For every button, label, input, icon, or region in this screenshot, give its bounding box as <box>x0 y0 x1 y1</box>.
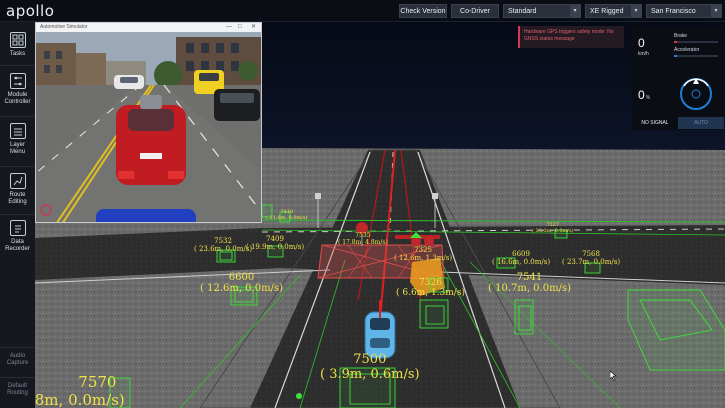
obstacle-id: 7326 <box>419 278 442 288</box>
sidebar-item-label: Data Recorder <box>5 239 30 252</box>
vehicle-select-value: XE Rigged <box>590 8 624 15</box>
sidebar-item-route-editing[interactable]: Route Editing <box>0 173 35 206</box>
obstacle-label: 7541 ( 10.7m, 0.0m/s) <box>488 272 571 294</box>
layers-icon <box>9 123 26 139</box>
obstacle-id: 6600 <box>228 272 255 283</box>
obstacle-distance: ( 21.8m, 0.0m/s) <box>266 215 308 221</box>
accelerator-label: Accelerator <box>674 47 700 53</box>
mode-select-value: Standard <box>508 8 537 15</box>
obstacle-distance: ( 23.7m, 0.0m/s) <box>562 258 621 266</box>
obstacle-id: 7570 <box>78 373 117 391</box>
vehicle-select[interactable]: XE Rigged ▾ <box>585 4 642 18</box>
check-version-button[interactable]: Check Version <box>399 4 447 18</box>
obstacle-label: 6600 ( 12.6m, 0.0m/s) <box>200 272 283 294</box>
stop-sign-icon <box>424 236 434 246</box>
obstacle-distance: .8m, 0.0m/s) <box>30 391 125 408</box>
close-icon[interactable]: ✕ <box>251 23 256 32</box>
obstacle-distance: ( 12.6m, 1.3m/s) <box>394 254 453 262</box>
speed-value: 0 <box>638 36 645 50</box>
obstacle-distance: ( 12.6m, 0.0m/s) <box>200 283 283 294</box>
obstacle-distance: ( 3.9m, 0.6m/s) <box>320 367 420 382</box>
obstacle-id: 6609 <box>512 250 530 258</box>
sidebar-item-label: Module Controller <box>4 92 31 105</box>
signal-status: NO SIGNAL <box>632 117 678 129</box>
obstacle-id: 7541 <box>516 272 543 283</box>
sidebar-item-layer-menu[interactable]: Layer Menu <box>0 123 35 156</box>
speed-display: 0 <box>638 36 645 50</box>
sidebar-item-audio-capture[interactable]: Audio Capture <box>0 353 35 367</box>
sidebar: Tasks Module Controller Layer Menu Route… <box>0 22 35 408</box>
route-icon <box>9 173 26 189</box>
sliders-icon <box>9 73 26 89</box>
obstacle-label: 7532 ( 23.6m, 0.0m/s) <box>194 237 252 253</box>
mouse-cursor-icon <box>610 371 617 381</box>
obstacle-distance: ( 10.7m, 0.0m/s) <box>488 283 571 294</box>
obstacle-id: 7568 <box>582 250 600 258</box>
grid-icon <box>9 32 26 48</box>
obstacle-label: 7535 ( 17.8m, 4.8m/s) <box>338 232 388 246</box>
obstacle-id: 7409 <box>266 235 284 243</box>
chevron-down-icon: ▾ <box>631 5 641 17</box>
map-select-value: San Francisco <box>651 8 696 15</box>
notification-alert[interactable]: Hardware GPS triggers safety mode: No GN… <box>518 26 624 48</box>
chevron-down-icon: ▾ <box>570 5 580 17</box>
obstacle-label: 7418 ( 21.8m, 0.0m/s) <box>266 209 308 221</box>
obstacle-id: 7532 <box>214 237 232 245</box>
speed-unit: km/h <box>638 51 649 57</box>
map-select[interactable]: San Francisco ▾ <box>646 4 722 18</box>
accelerator-bar <box>674 55 718 57</box>
sidebar-item-label: Audio Capture <box>6 353 29 366</box>
sidebar-item-label: Default Routing <box>7 383 28 396</box>
obstacle-distance: ( 17.8m, 4.8m/s) <box>338 239 388 246</box>
simulator-window[interactable]: Automotive Simulator — □ ✕ <box>35 22 262 223</box>
sidebar-item-module-controller[interactable]: Module Controller <box>0 73 35 106</box>
vehicle-status-panel: 0 km/h Brake Accelerator 0% <box>632 26 725 130</box>
auto-mode-button[interactable]: AUTO <box>678 117 724 129</box>
sidebar-item-tasks[interactable]: Tasks <box>0 32 35 58</box>
obstacle-label: 7325 ( 12.6m, 1.3m/s) <box>394 246 452 262</box>
obstacle-label: 7409 ( 19.9m, 0.0m/s) <box>246 235 304 251</box>
sidebar-item-label: Route Editing <box>8 192 27 205</box>
clipboard-icon <box>9 220 26 236</box>
simulator-view <box>36 32 261 222</box>
minimize-icon[interactable]: — <box>226 23 232 32</box>
steering-display: 0% <box>638 88 650 102</box>
obstacle-label: 7568 ( 23.7m, 0.0m/s) <box>562 250 620 266</box>
steering-unit: % <box>645 95 651 101</box>
sidebar-item-default-routing[interactable]: Default Routing <box>0 383 35 397</box>
sidebar-item-data-recorder[interactable]: Data Recorder <box>0 220 35 253</box>
alert-message: Hardware GPS triggers safety mode: No GN… <box>524 29 614 42</box>
steering-wheel-icon <box>680 78 712 110</box>
obstacle-distance: ( 6.6m, 1.3m/s) <box>396 288 465 298</box>
co-driver-button[interactable]: Co-Driver <box>451 4 499 18</box>
maximize-icon[interactable]: □ <box>238 23 242 32</box>
obstacle-id: 7535 <box>355 232 371 239</box>
obstacle-distance: ( 16.6m, 0.0m/s) <box>492 258 551 266</box>
obstacle-label: 7527 ( 33.3m, 0.0m/s) <box>532 222 574 234</box>
sidebar-item-label: Tasks <box>9 51 26 57</box>
obstacle-id: 7500 <box>353 352 387 367</box>
obstacle-distance: ( 19.9m, 0.0m/s) <box>246 243 305 251</box>
brake-label: Brake <box>674 33 688 39</box>
mode-select[interactable]: Standard ▾ <box>503 4 581 18</box>
obstacle-box[interactable] <box>514 299 534 335</box>
obstacle-distance: ( 33.3m, 0.0m/s) <box>532 228 574 234</box>
sidebar-item-label: Layer Menu <box>9 142 25 155</box>
simulator-ego-car <box>116 95 186 185</box>
steering-value: 0 <box>638 88 645 102</box>
obstacle-id: 7325 <box>414 246 432 254</box>
top-bar: apollo Check Version Co-Driver Standard … <box>0 0 725 22</box>
obstacle-label: 6609 ( 16.6m, 0.0m/s) <box>492 250 550 266</box>
brake-bar <box>674 41 718 43</box>
apollo-dreamview: 7570 .8m, 0.0m/s) 7500 ( 3.9m, 0.6m/s) 6… <box>0 0 725 408</box>
chevron-down-icon: ▾ <box>711 5 721 17</box>
obstacle-label: 7570 .8m, 0.0m/s) <box>30 373 125 408</box>
obstacle-distance: ( 23.6m, 0.0m/s) <box>194 245 253 253</box>
apollo-logo: apollo <box>6 2 55 20</box>
obstacle-label: 7500 ( 3.9m, 0.6m/s) <box>320 352 420 382</box>
obstacle-label: 7326 ( 6.6m, 1.3m/s) <box>396 278 465 298</box>
